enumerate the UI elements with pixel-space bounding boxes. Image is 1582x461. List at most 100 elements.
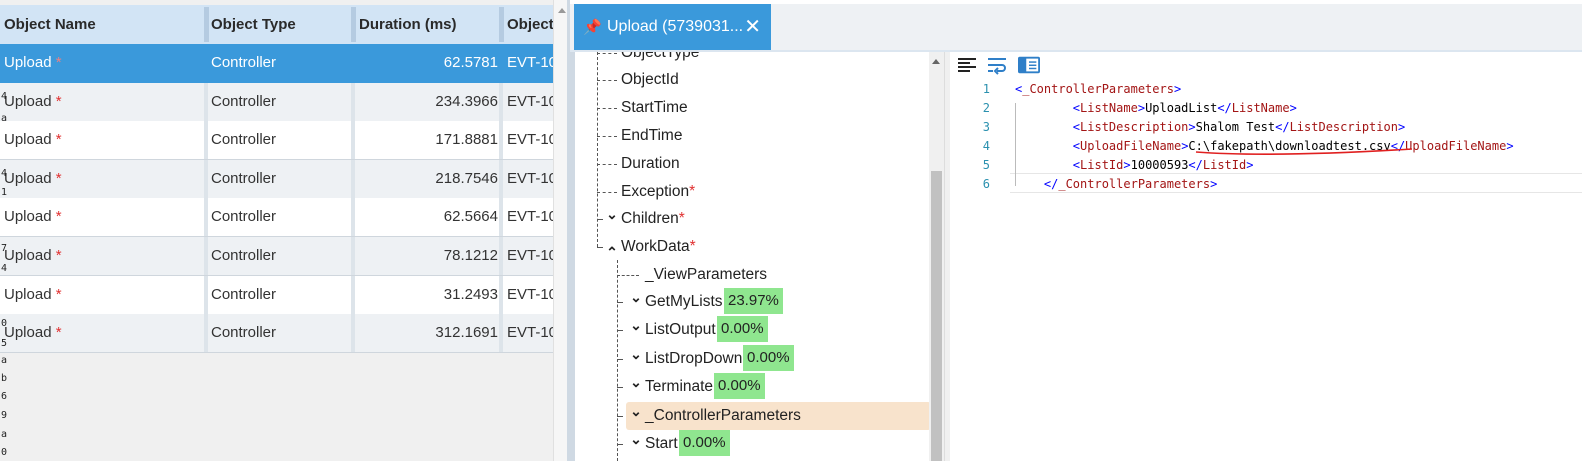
tab-upload[interactable]: 📌 Upload (5739031... ✕: [574, 4, 771, 50]
grid-header: Object Name Object Type Duration (ms) Ob…: [0, 5, 553, 44]
tree-node[interactable]: Exception*: [575, 179, 930, 205]
tree-node-text: ListDropDown: [645, 350, 743, 367]
pin-icon[interactable]: 📌: [583, 18, 602, 36]
xml-text: [1015, 120, 1073, 134]
scroll-up-icon[interactable]: [558, 8, 566, 13]
tree-node[interactable]: Duration: [575, 151, 930, 177]
tree-node-label: _ViewParameters: [645, 262, 767, 288]
tree-node-text: Exception: [621, 183, 690, 200]
tree-node[interactable]: StartTime: [575, 95, 930, 121]
chevron-down-icon[interactable]: ⌄: [629, 312, 643, 338]
code-line[interactable]: <_ControllerParameters>: [1015, 80, 1181, 99]
tree-node[interactable]: ⌄ Start 0.00%: [575, 430, 930, 457]
xml-bracket: </: [1043, 177, 1059, 191]
required-marker: *: [689, 183, 696, 200]
tree-node-text: _ViewParameters: [645, 266, 768, 283]
scrollbar-thumb[interactable]: [931, 171, 942, 461]
tree-node-text: Terminate: [645, 378, 714, 395]
column-header-object-id[interactable]: Object: [503, 5, 553, 44]
tree-node[interactable]: ⌃ WorkData*: [575, 234, 930, 260]
table-row[interactable]: Upload * Controller 234.3966 EVT-10: [0, 82, 553, 122]
column-divider: [499, 314, 503, 353]
xml-text: [1015, 158, 1073, 172]
chevron-down-icon[interactable]: ⌄: [629, 426, 643, 452]
tree-node[interactable]: ⌄ ListOutput 0.00%: [575, 316, 930, 343]
word-wrap-icon[interactable]: [987, 55, 1009, 75]
code-line[interactable]: <ListDescription>Shalom Test</ListDescri…: [1015, 118, 1405, 137]
tree-node-label: StartTime: [621, 95, 688, 121]
cell-object-id-text: EVT-10: [507, 169, 553, 187]
required-marker: *: [55, 54, 62, 71]
cell-object-type: Controller: [211, 83, 351, 121]
cell-object-type: Controller: [211, 44, 351, 82]
cell-object-type: Controller: [211, 121, 351, 159]
cell-duration-text: 62.5664: [443, 208, 498, 226]
cell-duration-text: 218.7546: [435, 169, 498, 187]
chevron-down-icon[interactable]: ⌄: [629, 369, 643, 395]
xml-text: [1015, 177, 1044, 191]
code-line[interactable]: <ListId>10000593</ListId>: [1015, 156, 1254, 175]
tree-node[interactable]: ⌄ Children*: [575, 206, 930, 232]
column-header-object-name[interactable]: Object Name: [0, 5, 204, 44]
code-line[interactable]: <ListName>UploadList</ListName>: [1015, 99, 1297, 118]
cell-duration-text: 31.2493: [443, 285, 498, 303]
cell-duration: 171.8881: [359, 121, 498, 159]
gutter-char: 0: [1, 318, 8, 329]
cell-object-type: Controller: [211, 314, 351, 352]
tree-node[interactable]: ObjectType: [575, 52, 930, 66]
chevron-down-icon[interactable]: ⌄: [629, 398, 643, 424]
xml-bracket: >: [1188, 120, 1196, 134]
tree-node[interactable]: ObjectId: [575, 67, 930, 93]
xml-tag-name: ListName: [1231, 101, 1290, 115]
code-line[interactable]: </_ControllerParameters>: [1015, 175, 1217, 194]
gutter-char: 6: [1, 391, 8, 402]
scroll-up-icon[interactable]: [932, 59, 940, 64]
coverage-badge: 0.00%: [679, 430, 730, 456]
column-divider: [204, 159, 208, 198]
tree-node[interactable]: EndTime: [575, 123, 930, 149]
xml-bracket: </: [1275, 120, 1290, 134]
xml-bracket: <: [1072, 101, 1081, 115]
tree-node[interactable]: ⌄ Terminate 0.00%: [575, 373, 930, 400]
format-icon[interactable]: [957, 55, 979, 75]
table-row[interactable]: Upload * Controller 31.2493 EVT-10: [0, 275, 553, 315]
xml-text: [1015, 101, 1073, 115]
cell-object-name: Upload *: [4, 237, 204, 275]
xml-editor[interactable]: 1 <_ControllerParameters> 2 <ListName>Uplo…: [950, 52, 1582, 461]
chevron-down-icon[interactable]: ⌄: [629, 284, 643, 310]
cell-duration-text: 312.1691: [435, 324, 498, 342]
tree-node-label: Children*: [621, 206, 685, 232]
column-header-duration[interactable]: Duration (ms): [355, 5, 499, 44]
cell-duration-text: 234.3966: [435, 92, 498, 110]
tree-scrollbar[interactable]: [929, 52, 944, 461]
table-row[interactable]: Upload * Controller 218.7546 EVT-10: [0, 159, 553, 199]
xml-text: [1015, 139, 1073, 153]
column-divider: [351, 314, 355, 353]
gutter-char: a: [1, 113, 8, 124]
side-panel-icon[interactable]: [1018, 55, 1040, 75]
cell-object-name-text: Upload: [4, 324, 52, 342]
cell-object-name: Upload *: [4, 44, 204, 82]
cell-object-id: EVT-10: [507, 83, 553, 121]
code-line[interactable]: <UploadFileName>C:\fakepath\downloadtest…: [1015, 137, 1514, 156]
table-row[interactable]: Upload * Controller 78.1212 EVT-10: [0, 237, 553, 276]
close-icon[interactable]: ✕: [744, 4, 761, 50]
document-tabs: 📌 Upload (5739031... ✕: [570, 0, 1582, 52]
cell-object-name-text: Upload: [4, 92, 52, 110]
cell-object-name: Upload *: [4, 121, 204, 159]
line-number: 1: [982, 82, 990, 96]
chevron-down-icon[interactable]: ⌄: [629, 341, 643, 367]
gutter-char: 7: [1, 243, 8, 254]
table-row[interactable]: Upload * Controller 312.1691 EVT-10: [0, 314, 553, 354]
tree-node-label: ListDropDown: [645, 346, 742, 372]
chevron-down-icon[interactable]: ⌄: [605, 201, 619, 227]
column-divider: [499, 159, 503, 198]
table-row[interactable]: Upload * Controller 171.8881 EVT-10: [0, 121, 553, 161]
table-row[interactable]: Upload * Controller 62.5664 EVT-10: [0, 198, 553, 238]
column-header-object-type[interactable]: Object Type: [207, 5, 351, 44]
panel-splitter[interactable]: [553, 0, 571, 461]
table-row[interactable]: Upload * Controller 62.5781 EVT-10: [0, 44, 553, 83]
column-divider: [351, 159, 355, 198]
cell-object-id-text: EVT-10: [507, 92, 553, 110]
xml-bracket: >: [1137, 101, 1146, 115]
